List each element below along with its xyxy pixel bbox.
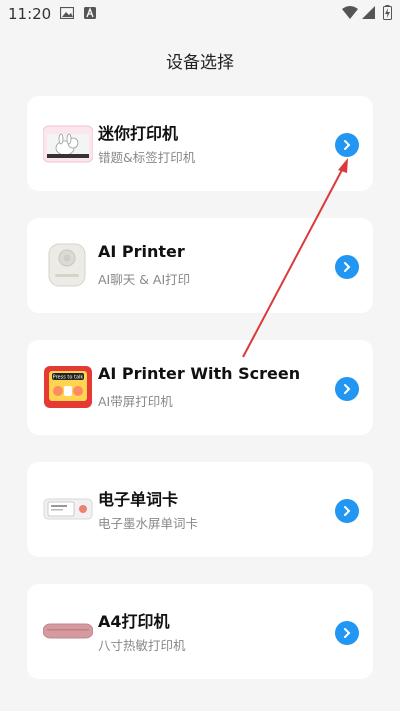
chevron-right-icon: [344, 506, 351, 516]
chevron-right-button[interactable]: [335, 255, 359, 279]
device-subtitle: AI带屏打印机: [98, 394, 173, 409]
chevron-right-icon: [344, 384, 351, 394]
device-title: 电子单词卡: [98, 490, 179, 509]
device-card-ai-printer-with-screen[interactable]: Press to talk AI Printer With Screen AI带…: [27, 340, 373, 435]
screen-label: Press to talk: [53, 375, 84, 381]
status-bar: 11:20: [0, 0, 400, 28]
wifi-icon: [342, 6, 358, 19]
battery-charging-icon: [383, 5, 392, 20]
device-title: AI Printer With Screen: [98, 364, 301, 383]
ai-printer-screen-thumbnail: Press to talk: [44, 366, 92, 408]
word-card-thumbnail: [43, 498, 93, 520]
device-card-word-card[interactable]: 电子单词卡 电子墨水屏单词卡: [27, 462, 373, 557]
device-subtitle: 电子墨水屏单词卡: [98, 516, 199, 531]
chevron-right-button[interactable]: [335, 499, 359, 523]
device-card-a4-printer[interactable]: A4打印机 八寸热敏打印机: [27, 584, 373, 679]
chevron-right-icon: [344, 140, 351, 150]
device-subtitle: 八寸热敏打印机: [98, 638, 186, 653]
chevron-right-button[interactable]: [335, 621, 359, 645]
device-title: AI Printer: [98, 242, 185, 261]
chevron-right-button[interactable]: [335, 377, 359, 401]
device-title: A4打印机: [98, 612, 170, 631]
device-card-ai-printer[interactable]: AI Printer AI聊天 & AI打印: [27, 218, 373, 313]
a-letter-icon: [84, 7, 96, 19]
chevron-right-icon: [344, 628, 351, 638]
a4-printer-thumbnail: [43, 623, 93, 639]
device-card-mini-printer[interactable]: 迷你打印机 错题&标签打印机: [27, 96, 373, 191]
mini-printer-thumbnail: [43, 125, 93, 163]
image-icon: [60, 7, 74, 19]
ai-printer-thumbnail: [48, 243, 86, 287]
chevron-right-button[interactable]: [335, 133, 359, 157]
device-title: 迷你打印机: [98, 124, 179, 143]
page-title: 设备选择: [166, 53, 234, 73]
device-subtitle: AI聊天 & AI打印: [98, 272, 191, 287]
status-time: 11:20: [8, 5, 52, 23]
chevron-right-icon: [344, 262, 351, 272]
signal-icon: [362, 6, 375, 19]
device-subtitle: 错题&标签打印机: [98, 150, 196, 165]
